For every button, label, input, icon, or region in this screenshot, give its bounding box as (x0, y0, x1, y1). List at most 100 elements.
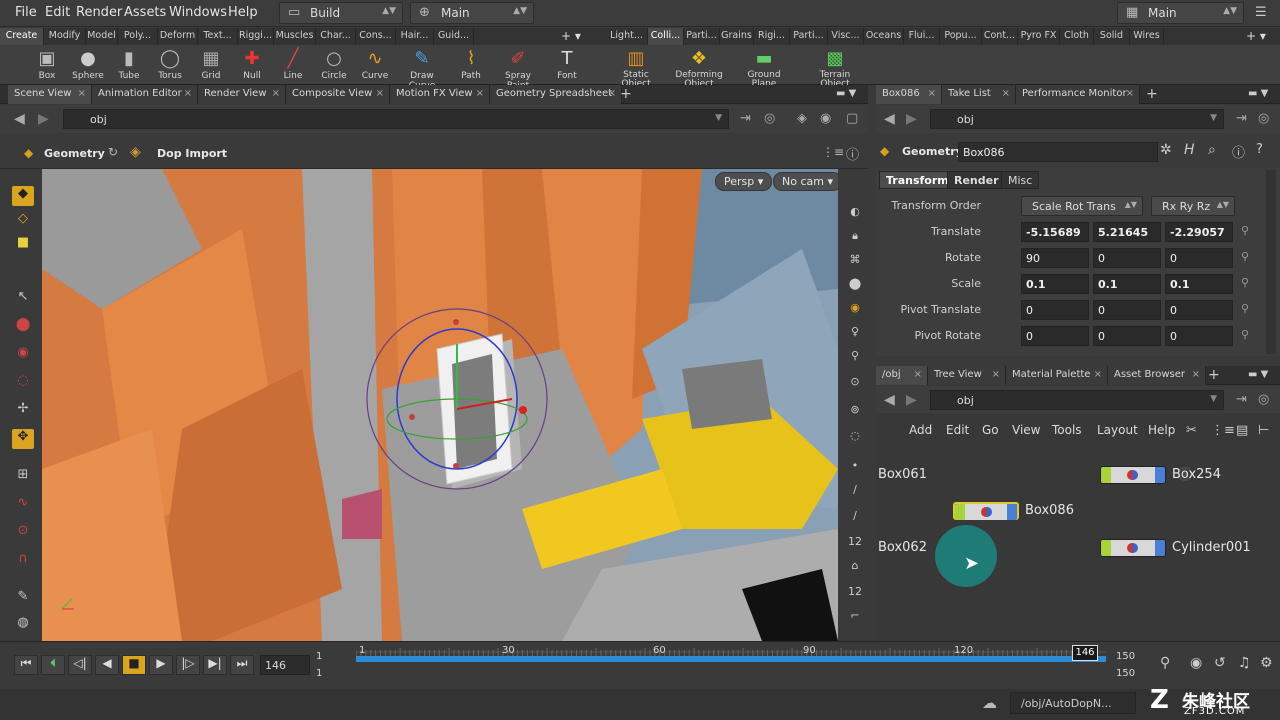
shelf-tab-right-8[interactable]: Flui... (904, 28, 940, 45)
tool-line[interactable]: ╱ Line (271, 47, 315, 81)
scale-tool-icon[interactable]: ✢ (12, 401, 34, 421)
tool-path[interactable]: ⌇ Path (449, 47, 493, 81)
menu-windows[interactable]: Windows (169, 5, 227, 20)
right-path-field[interactable]: obj ▼ (930, 109, 1224, 129)
shelf-tab-6[interactable]: Riggi... (238, 28, 274, 45)
number-12-alt-icon[interactable]: 12 (846, 585, 864, 598)
menu-assets[interactable]: Assets (124, 5, 166, 20)
play-reverse-icon[interactable]: ◀ (95, 655, 119, 675)
tool-curve[interactable]: ∿ Curve (353, 47, 397, 81)
snap-grid-icon[interactable]: ⊞ (12, 467, 34, 487)
tool-cube[interactable]: ▣ Box (25, 47, 69, 81)
shelf-tab-9[interactable]: Cons... (356, 28, 396, 45)
node-cylinder001-label[interactable]: Cylinder001 (1172, 540, 1251, 555)
pointer-icon[interactable]: ↖ (12, 289, 34, 309)
snap-point-icon[interactable]: ⊙ (12, 523, 34, 543)
tool-tube[interactable]: ▮ Tube (107, 47, 151, 81)
back-arrow-icon[interactable]: ◀ (14, 111, 25, 127)
pane-menu-icon[interactable]: ▬ ▼ (836, 88, 856, 99)
knife-icon[interactable]: ∕ (846, 509, 864, 522)
shelf-tab-right-6[interactable]: Visc... (828, 28, 864, 45)
pane-tab-animation-editor[interactable]: Animation Editor × (92, 85, 198, 104)
shelf-tab-right-7[interactable]: Oceans (864, 28, 904, 45)
network-menu-help[interactable]: Help (1148, 423, 1175, 437)
param-field-1[interactable]: 0 (1093, 326, 1161, 346)
shelf-tab-right-3[interactable]: Grains (720, 28, 754, 45)
pane-tab-performance-monitor[interactable]: Performance Monitor × (1016, 85, 1140, 104)
hscript-icon[interactable]: H (1184, 142, 1195, 158)
param-field-0[interactable]: 0 (1021, 326, 1089, 346)
pane-tab-asset-browser[interactable]: Asset Browser × (1108, 366, 1206, 385)
menu-file[interactable]: File (15, 5, 37, 20)
shelf-tab-right-12[interactable]: Cloth (1060, 28, 1094, 45)
stop-icon[interactable]: ■ (122, 655, 146, 675)
close-icon[interactable]: × (184, 88, 192, 99)
expand-icon[interactable]: ⊢ (1258, 423, 1269, 438)
select-prims-icon[interactable]: ■ (12, 235, 34, 255)
network-menu-layout[interactable]: Layout (1097, 423, 1138, 437)
close-icon[interactable]: × (78, 88, 86, 99)
shelf-tab-right-0[interactable]: Light... (606, 28, 648, 45)
param-field-1[interactable]: 0 (1093, 248, 1161, 268)
select-geometry-icon[interactable]: ◆ (12, 186, 34, 206)
close-icon[interactable]: × (476, 88, 484, 99)
shelf-tab-right-4[interactable]: Rigi... (754, 28, 790, 45)
pane-tab--obj[interactable]: /obj × (876, 366, 928, 385)
link-icon[interactable]: ◎ (764, 111, 775, 126)
shelf-tab-5[interactable]: Text... (198, 28, 238, 45)
pane-tab-tree-view[interactable]: Tree View × (928, 366, 1006, 385)
param-field-0[interactable]: 0 (1021, 300, 1089, 320)
tool-torus[interactable]: ◯ Torus (148, 47, 192, 81)
shelf-tab-11[interactable]: Guid... (434, 28, 474, 45)
goto-start-icon[interactable]: ⏮ (14, 655, 38, 675)
pane-tab-geometry-spreadsheet[interactable]: Geometry Spreadsheet × (490, 85, 622, 104)
menu-help[interactable]: Help (228, 5, 258, 20)
list-icon[interactable]: ▤ (1236, 423, 1248, 438)
magnet-icon[interactable]: ∩ (12, 551, 34, 571)
network-menu-tools[interactable]: Tools (1052, 423, 1082, 437)
snapshot-icon[interactable]: ◌ (846, 429, 864, 442)
close-icon[interactable]: × (376, 88, 384, 99)
loop-icon[interactable]: ↺ (1214, 655, 1226, 671)
shelf-tab-2[interactable]: Model (86, 28, 118, 45)
select-points-icon[interactable]: ◇ (12, 211, 34, 231)
snap-curve-icon[interactable]: ∿ (12, 495, 34, 515)
back-arrow-icon[interactable]: ◀ (884, 111, 895, 127)
brush-icon[interactable]: ✎ (12, 589, 34, 609)
refresh-icon[interactable]: ↻ (108, 145, 118, 159)
scene-viewport[interactable] (42, 169, 838, 641)
network-menu-view[interactable]: View (1012, 423, 1040, 437)
tab-render[interactable]: Render (947, 171, 1006, 189)
help-icon[interactable]: ⓘ (846, 144, 859, 163)
desktop-main-dropdown[interactable]: ⊕ Main ▲▼ (410, 2, 534, 24)
search-icon[interactable]: ⌕ (1208, 142, 1216, 158)
add-right-pane-icon[interactable]: + (1146, 86, 1158, 102)
persp-dropdown[interactable]: Persp ▾ (715, 172, 773, 191)
square-icon[interactable]: ▢ (846, 111, 858, 126)
desktop-menu-icon[interactable]: ☰ (1255, 5, 1267, 20)
view-tool-icon[interactable]: ⬤ (12, 317, 34, 337)
pane-tab-motion-fx-view[interactable]: Motion FX View × (390, 85, 490, 104)
node-box254-label[interactable]: Box254 (1172, 467, 1221, 482)
tool-null[interactable]: ✚ Null (230, 47, 274, 81)
tool-sphere[interactable]: ● Sphere (66, 47, 110, 81)
settings-icon[interactable]: ⚙ (1260, 655, 1273, 671)
lock-icon[interactable]: 🔒︎ (846, 229, 864, 243)
close-icon[interactable]: × (928, 88, 936, 99)
tool-terrain[interactable]: ▩ Terrain Object (806, 47, 864, 89)
param-field-2[interactable]: 0 (1165, 300, 1233, 320)
display-options-icon[interactable]: ◐ (846, 205, 864, 218)
shelf-tab-right-5[interactable]: Parti... (790, 28, 828, 45)
right-desktop-dropdown[interactable]: ▦ Main ▲▼ (1117, 2, 1244, 24)
shelf-tab-8[interactable]: Char... (316, 28, 356, 45)
corner-icon[interactable]: ⌐ (846, 609, 864, 622)
shelf-tab-right-2[interactable]: Parti... (684, 28, 720, 45)
handle-tool-icon[interactable]: ◉ (12, 345, 34, 365)
param-channel-icon[interactable]: ⚲ (1241, 276, 1249, 289)
zoom-icon[interactable]: ⊙ (846, 375, 864, 388)
add-shelf-right-icon[interactable]: + ▾ (1246, 29, 1266, 43)
render-region-icon[interactable]: ◍ (12, 615, 34, 635)
shelf-tab-right-1[interactable]: Colli... (648, 28, 684, 45)
shelf-tab-right-10[interactable]: Cont... (982, 28, 1018, 45)
network-editor[interactable] (876, 413, 1280, 641)
